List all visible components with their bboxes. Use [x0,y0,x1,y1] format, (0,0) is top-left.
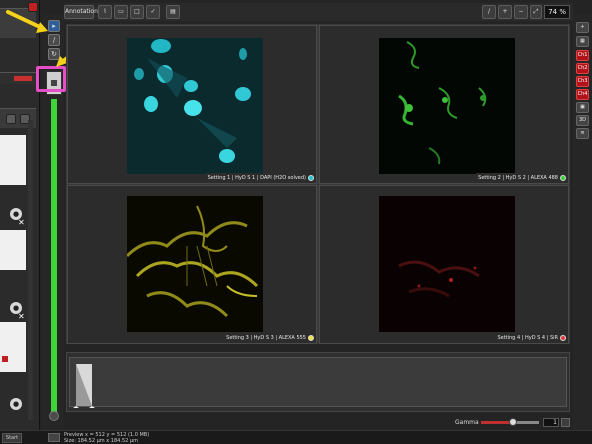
channel-color-dot[interactable] [560,334,566,341]
add-icon[interactable]: + [576,22,589,33]
report-icon[interactable]: ≡ [576,128,589,139]
left-panel-item[interactable] [0,230,26,270]
zoom-level-display[interactable]: 74 % [544,5,570,19]
gamma-slider-knob[interactable] [508,418,517,426]
histogram-plot[interactable] [69,357,567,408]
panel-label-ch2: Setting 2 | HyD S 2 | ALEXA 488 [476,173,566,182]
merge-icon[interactable]: ▣ [576,102,589,113]
channel-color-dot[interactable] [308,174,314,181]
alexa555-image[interactable] [127,196,263,332]
right-panel: + ▦ Ch1 Ch2 Ch3 Ch4 ▣ 3D ≡ [573,14,592,430]
panel-label-text: Setting 3 | HyD S 3 | ALEXA 555 [226,334,306,341]
view-3d-button[interactable]: 3D [576,115,589,126]
list-icon[interactable] [6,114,16,124]
image-panel-ch3[interactable]: Setting 3 | HyD S 3 | ALEXA 555 [67,185,317,344]
channel-3-button[interactable]: Ch3 [576,76,589,87]
zoom-out-icon[interactable]: − [514,5,528,19]
panel-label-ch3: Setting 3 | HyD S 3 | ALEXA 555 [224,333,314,342]
channel-color-dot[interactable] [308,334,314,341]
fit-icon[interactable]: ⤢ [530,5,542,19]
dapi-image[interactable] [127,38,263,174]
region-icon[interactable]: ▭ [114,5,128,19]
rectangle-icon[interactable]: □ [130,5,144,19]
panel-label-text: Setting 2 | HyD S 2 | ALEXA 488 [478,174,558,181]
status-line-2: Size: 184.52 µm x 184.52 µm [64,438,138,444]
close-icon[interactable]: ✕ [18,218,25,227]
image-panel-ch1[interactable]: Setting 1 | HyD S 1 | DAPI (H2O solved) [67,25,317,184]
checkmark-icon[interactable]: ✓ [146,5,160,19]
close-icon[interactable]: ✕ [18,312,25,321]
display-icon[interactable]: ▤ [166,5,180,19]
freehand-icon[interactable]: ⌇ [98,5,112,19]
pen-icon[interactable]: / [482,5,496,19]
gamma-settings-icon[interactable] [561,418,570,427]
image-panel-ch2[interactable]: Setting 2 | HyD S 2 | ALEXA 488 [319,25,569,184]
channel-4-button[interactable]: Ch4 [576,89,589,100]
status-text: Preview x = 512 y = 512 (1.0 MB) Size: 1… [64,432,149,444]
color-swatch [2,356,8,362]
display-icon[interactable] [48,433,60,442]
gamma-label: Gamma [455,419,479,426]
histogram-panel [66,352,570,412]
lock-icon[interactable]: ● [10,398,22,410]
left-panel-item[interactable] [0,322,26,372]
annotations-button[interactable]: Annotations [64,5,101,19]
overlay-icon[interactable]: ▦ [576,36,589,47]
reset-icon[interactable] [49,411,59,421]
panel-label-ch1: Setting 1 | HyD S 1 | DAPI (H2O solved) [205,173,314,182]
panel-label-text: Setting 1 | HyD S 1 | DAPI (H2O solved) [207,174,306,181]
top-toolbar: Annotations ⌇ ▭ □ ✓ ▤ / + − ⤢ 74 % [64,3,573,21]
app-window: ● ✕ ● ✕ ● ▸ / ↻ Annotations ⌇ ▭ □ ✓ ▤ / … [0,0,592,444]
channel-2-button[interactable]: Ch2 [576,63,589,74]
gamma-slider[interactable] [481,418,539,426]
image-panel-ch4[interactable]: Setting 4 | HyD S 4 | SiR [319,185,569,344]
panel-label-ch4: Setting 4 | HyD S 4 | SiR [495,333,566,342]
alexa488-image[interactable] [379,38,515,174]
channel-color-dot[interactable] [560,174,566,181]
image-grid: Setting 1 | HyD S 1 | DAPI (H2O solved) [66,24,570,344]
channel-1-button[interactable]: Ch1 [576,50,589,61]
sir-image[interactable] [379,196,515,332]
gamma-value-field[interactable]: 1 [543,418,559,427]
gamma-control: Gamma 1 [455,417,572,428]
zoom-in-icon[interactable]: + [498,5,512,19]
left-panel-scrollbar[interactable] [28,120,33,420]
start-button[interactable]: Start [2,433,22,443]
left-panel-item[interactable] [0,135,26,185]
intensity-slider-track[interactable] [51,99,57,417]
panel-label-text: Setting 4 | HyD S 4 | SiR [497,334,558,341]
status-bar: Start Preview x = 512 y = 512 (1.0 MB) S… [0,430,592,444]
